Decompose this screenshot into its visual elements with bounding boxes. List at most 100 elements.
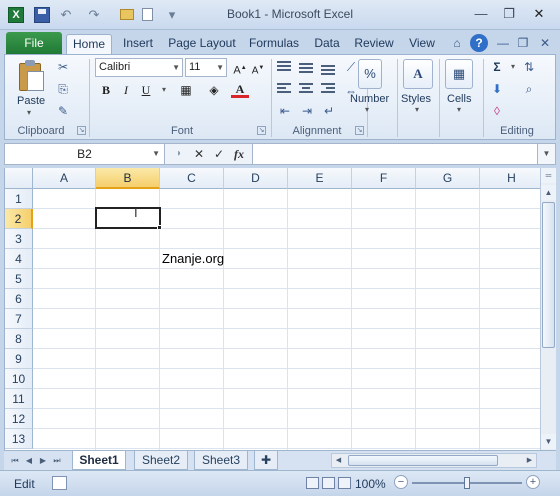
insert-sheet-icon[interactable]: ✚ [254,451,278,470]
cells-icon[interactable]: ▦ [445,59,473,89]
scroll-thumb[interactable] [542,202,555,348]
cancel-entry-button[interactable]: ✕ [191,145,207,163]
column-header-g[interactable]: G [416,168,480,189]
workbook-minimize-icon[interactable]: — [494,34,512,52]
font-name-combo[interactable]: Calibri ▼ [95,58,183,77]
save-icon[interactable] [34,7,50,23]
tab-view[interactable]: View [404,34,440,54]
page-layout-view-icon[interactable] [322,477,335,489]
horizontal-scrollbar[interactable]: ◀ ▶ [331,453,537,468]
enter-button[interactable]: ✓ [211,145,227,163]
format-painter-icon[interactable]: ✎ [55,103,71,119]
workbook-restore-icon[interactable]: ❐ [514,34,532,52]
cut-icon[interactable]: ✂ [55,59,71,75]
autosum-dropdown-icon[interactable]: ▾ [505,59,521,75]
minimize-ribbon-icon[interactable]: ⌂ [448,34,466,52]
select-all-corner[interactable] [5,168,33,189]
horizontal-scroll-thumb[interactable] [348,455,498,466]
expand-formula-bar-icon[interactable]: ▼ [537,144,555,164]
row-header-11[interactable]: 11 [5,389,33,409]
column-header-h[interactable]: H [480,168,540,189]
italic-button[interactable]: I [117,81,135,99]
row-header-9[interactable]: 9 [5,349,33,369]
styles-dropdown-icon[interactable]: ▾ [415,105,419,114]
macro-record-icon[interactable] [52,476,67,490]
tab-data[interactable]: Data [310,34,344,54]
align-left-icon[interactable] [277,83,293,97]
formula-input[interactable] [257,146,527,162]
font-size-combo[interactable]: 11 ▼ [185,58,227,77]
last-sheet-icon[interactable]: ⏭ [50,453,64,468]
row-header-2[interactable]: 2 [5,209,33,229]
row-header-10[interactable]: 10 [5,369,33,389]
prev-sheet-icon[interactable]: ◀ [22,453,36,468]
styles-icon[interactable]: A [403,59,433,89]
underline-dropdown-icon[interactable]: ▾ [155,81,173,99]
paste-dropdown-icon[interactable]: ▾ [27,108,31,117]
alignment-launcher-icon[interactable]: ↘ [355,126,364,135]
zoom-out-button[interactable]: − [394,475,408,489]
scroll-up-icon[interactable]: ▲ [541,185,556,200]
column-header-d[interactable]: D [224,168,288,189]
split-box-icon[interactable]: ═ [541,168,556,183]
zoom-in-button[interactable]: + [526,475,540,489]
wrap-text-icon[interactable]: ↵ [321,103,337,119]
font-launcher-icon[interactable]: ↘ [257,126,266,135]
sheet-tab-1[interactable]: Sheet1 [72,451,126,470]
fill-icon[interactable]: ⬇ [489,81,505,97]
increase-indent-icon[interactable]: ⇥ [299,103,315,119]
zoom-slider[interactable] [412,477,522,489]
column-header-f[interactable]: F [352,168,416,189]
tab-page-layout[interactable]: Page Layout [166,34,238,54]
row-header-1[interactable]: 1 [5,189,33,209]
orientation-icon[interactable]: ⟋ [343,59,359,75]
undo-icon[interactable]: ↶ [58,7,74,23]
cell-c4[interactable]: Znanje.org [162,251,224,266]
zoom-level[interactable]: 100% [355,477,386,491]
name-box[interactable]: B2 ▼ [5,144,165,164]
row-header-13[interactable]: 13 [5,429,33,449]
column-header-e[interactable]: E [288,168,352,189]
excel-logo-icon[interactable]: X [8,7,24,23]
clear-icon[interactable]: ◊ [489,103,505,119]
new-document-icon[interactable] [142,8,153,21]
row-header-6[interactable]: 6 [5,289,33,309]
worksheet-grid[interactable]: A B C D E F G H 1 2 3 4 5 6 7 8 9 10 11 … [4,168,540,450]
copy-icon[interactable]: ⎘ [55,81,71,97]
styles-button[interactable]: Styles [401,93,431,105]
restore-button[interactable]: ❐ [498,5,520,23]
insert-function-button[interactable]: fx [231,145,247,163]
autosum-icon[interactable]: Σ [489,59,505,75]
align-bottom-icon[interactable] [321,61,337,75]
fill-color-icon[interactable]: ◈ [205,81,223,99]
tab-insert[interactable]: Insert [116,34,160,54]
decrease-indent-icon[interactable]: ⇤ [277,103,293,119]
column-header-b[interactable]: B [96,168,160,189]
shrink-font-icon[interactable]: A▼ [249,59,267,77]
align-middle-icon[interactable] [299,61,315,75]
workbook-close-icon[interactable]: ✕ [536,34,554,52]
first-sheet-icon[interactable]: ⏮ [8,453,22,468]
sheet-tab-2[interactable]: Sheet2 [134,451,188,470]
next-sheet-icon[interactable]: ▶ [36,453,50,468]
clipboard-launcher-icon[interactable]: ↘ [77,126,86,135]
align-right-icon[interactable] [321,83,337,97]
row-header-4[interactable]: 4 [5,249,33,269]
cells-dropdown-icon[interactable]: ▾ [457,105,461,114]
normal-view-icon[interactable] [306,477,319,489]
number-dropdown-icon[interactable]: ▾ [365,105,369,114]
scroll-left-icon[interactable]: ◀ [332,454,345,467]
underline-button[interactable]: U [137,81,155,99]
sheet-tab-3[interactable]: Sheet3 [194,451,248,470]
tab-formulas[interactable]: Formulas [246,34,302,54]
help-icon[interactable]: ? [470,34,488,52]
redo-icon[interactable]: ↷ [86,7,102,23]
customize-qat-icon[interactable]: ▾ [164,7,180,23]
find-select-icon[interactable]: ⌕ [521,81,537,97]
active-cell-b2[interactable] [95,207,161,229]
paste-icon[interactable] [17,59,47,93]
font-color-button[interactable]: A [231,80,249,98]
borders-icon[interactable]: ▦ [177,81,195,99]
close-button[interactable]: ✕ [528,5,550,23]
number-format-icon[interactable]: % [358,59,382,89]
